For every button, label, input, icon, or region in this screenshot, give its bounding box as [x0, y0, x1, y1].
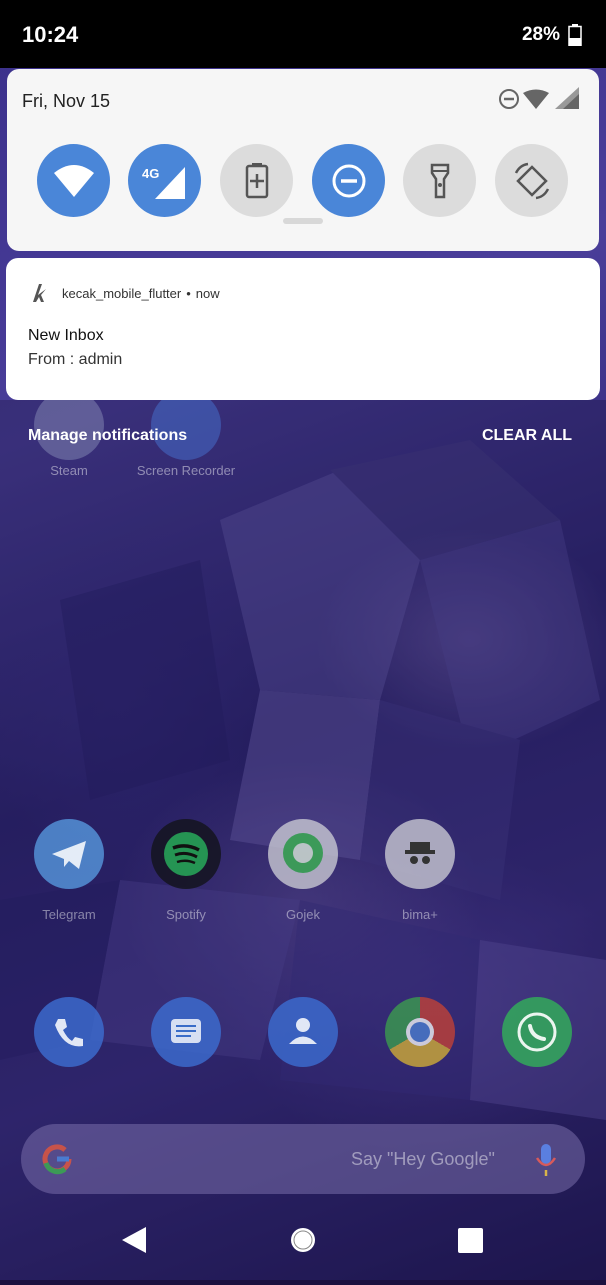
telegram-app-icon[interactable] [34, 819, 104, 889]
messages-app-icon[interactable] [151, 997, 221, 1067]
spotify-app-icon[interactable] [151, 819, 221, 889]
notification-separator: • [186, 285, 191, 301]
google-g-icon [42, 1144, 72, 1175]
navigation-bar [0, 1200, 606, 1280]
dnd-status-icon [499, 89, 519, 109]
wifi-status-icon [523, 89, 549, 109]
notification-body: From : admin [28, 351, 123, 368]
notification-title: New Inbox [28, 327, 104, 344]
battery-icon [568, 24, 582, 46]
bima-app-icon[interactable] [385, 819, 455, 889]
battery-percentage: 28% [521, 24, 560, 45]
mobile-data-label: 4G [142, 166, 160, 181]
incognito-icon [405, 842, 435, 864]
steam-app-icon[interactable] [34, 390, 104, 460]
flashlight-icon [430, 163, 449, 198]
clock: 10:24 [22, 22, 79, 47]
telegram-label: Telegram [42, 907, 96, 922]
notification-app-name: kecak_mobile_flutter [62, 285, 182, 301]
manage-notifications-button[interactable]: Manage notifications [28, 427, 187, 445]
whatsapp-icon [517, 1012, 557, 1052]
auto-rotate-icon [514, 162, 549, 199]
telegram-icon [52, 841, 86, 869]
contacts-app-icon[interactable] [268, 997, 338, 1067]
date-label: Fri, Nov 15 [22, 91, 111, 111]
chrome-icon [406, 1018, 434, 1046]
do-not-disturb-icon [332, 164, 365, 197]
phone-app-icon[interactable] [34, 997, 104, 1067]
auto-rotate-tile[interactable] [495, 144, 568, 217]
back-icon[interactable] [122, 1227, 146, 1253]
screen-recorder-label: Screen Recorder [136, 463, 236, 478]
clear-all-button[interactable]: CLEAR ALL [482, 427, 572, 445]
battery-saver-tile[interactable] [220, 144, 293, 217]
notification-header: kecak_mobile_flutter • now [28, 282, 220, 304]
do-not-disturb-tile[interactable] [312, 144, 385, 217]
wifi-tile[interactable] [37, 144, 110, 217]
quick-settings-panel: Fri, Nov 15 4G [7, 69, 599, 251]
steam-label: Steam [50, 463, 88, 478]
google-search-bar[interactable]: Say "Hey Google" [21, 1124, 585, 1194]
contacts-icon [289, 1018, 317, 1044]
home-icon[interactable] [291, 1228, 315, 1252]
nav-buttons [122, 1227, 483, 1253]
app-logo-icon [33, 284, 46, 302]
spotify-icon [164, 832, 208, 876]
notification-card[interactable]: kecak_mobile_flutter • now New Inbox Fro… [6, 258, 600, 400]
chrome-app-icon[interactable] [385, 997, 455, 1067]
battery-saver-icon [245, 162, 268, 198]
wifi-icon [53, 164, 94, 197]
screen-recorder-app-icon[interactable] [151, 390, 221, 460]
notification-time: now [195, 285, 220, 301]
status-bar: 10:24 28% [0, 0, 606, 68]
phone-icon [55, 1019, 83, 1047]
spotify-label: Spotify [166, 907, 206, 922]
recents-icon[interactable] [458, 1228, 483, 1253]
flashlight-tile[interactable] [403, 144, 476, 217]
messages-icon [171, 1019, 201, 1043]
mobile-data-tile[interactable]: 4G [128, 144, 201, 217]
gojek-app-icon[interactable] [268, 819, 338, 889]
gojek-icon [283, 833, 323, 873]
qs-status-icons [499, 87, 579, 109]
whatsapp-app-icon[interactable] [502, 997, 572, 1067]
search-placeholder: Say "Hey Google" [351, 1149, 495, 1169]
microphone-icon[interactable] [531, 1140, 561, 1180]
bima-label: bima+ [402, 907, 438, 922]
drag-handle[interactable] [283, 218, 323, 224]
gojek-label: Gojek [286, 907, 320, 922]
